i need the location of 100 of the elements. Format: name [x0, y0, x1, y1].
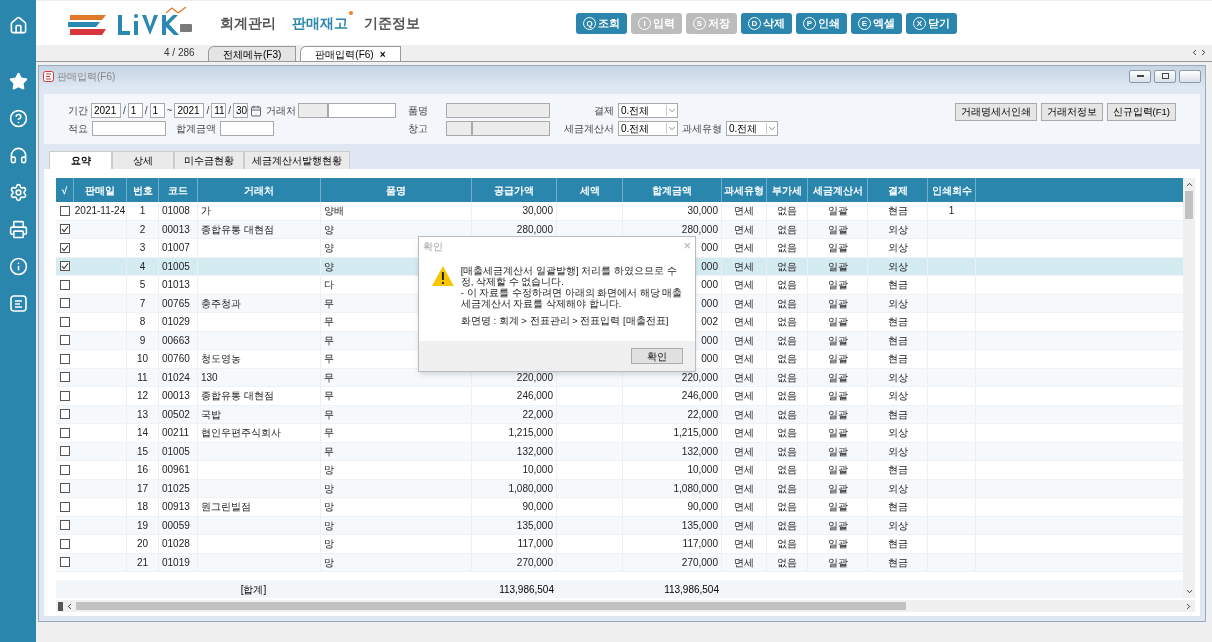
print-count-cell-text: 1: [948, 204, 955, 219]
item-cell-text: 무: [324, 389, 334, 404]
item-cell-text: 망: [324, 463, 334, 478]
amount-cell-text: 220,000: [516, 370, 553, 385]
code-cell-text: 01019: [162, 555, 190, 570]
item-cell-text: 망: [324, 500, 334, 515]
item-cell-text: 망: [324, 481, 334, 496]
number-cell-text: 4: [139, 259, 146, 274]
invoice-cell-text: 일괄: [827, 241, 848, 256]
number-cell-text: 7: [139, 296, 146, 311]
tax-type-cell-text: 면세: [734, 537, 754, 552]
payment-cell-text: 현금: [887, 500, 908, 515]
vat-cell-text: 없음: [777, 333, 797, 348]
number-cell-text: 18: [136, 500, 149, 515]
payment-cell-text: 현금: [887, 352, 908, 367]
payment-cell-text: 외상: [887, 444, 908, 459]
field-label: /: [228, 104, 231, 118]
invoice-cell-text: 일괄: [827, 259, 848, 274]
client-cell-text: 국밥: [201, 407, 221, 422]
invoice-cell-text: 일괄: [827, 407, 848, 422]
tax-type-cell-text: 면세: [734, 444, 754, 459]
invoice-cell-text: 일괄: [827, 463, 848, 478]
number-cell-text: 16: [136, 463, 149, 478]
vat-cell-text: 없음: [777, 278, 797, 293]
amount-cell-text: 002: [701, 315, 718, 330]
amount-cell-text: 30,000: [522, 204, 553, 219]
code-cell-text: 01005: [162, 259, 190, 274]
invoice-cell-text: 일괄: [827, 333, 848, 348]
tax-type-cell-text: 면세: [734, 315, 754, 330]
amount-cell-text: 1,080,000: [508, 481, 553, 496]
field-label: /: [123, 104, 126, 118]
invoice-cell-text: 일괄: [827, 555, 848, 570]
item-cell-text: 무: [324, 426, 334, 441]
code-cell-text: 00765: [162, 296, 190, 311]
field-label: 합계금액: [176, 122, 216, 136]
vat-cell-text: 없음: [777, 352, 797, 367]
item-cell-text: 무: [324, 444, 334, 459]
tax-type-cell-text: 면세: [734, 463, 754, 478]
tax-type-cell-text: 면세: [734, 278, 754, 293]
vat-cell-text: 없음: [777, 500, 797, 515]
vat-cell-text: 없음: [777, 315, 797, 330]
amount-cell-text: 000: [701, 333, 718, 348]
number-cell-text: 1: [139, 204, 146, 219]
amount-cell-text: 246,000: [516, 389, 553, 404]
field-label: 기간: [68, 104, 88, 118]
field-label: ~: [166, 104, 173, 118]
code-cell-text: 00961: [162, 463, 190, 478]
item-cell-text: 무: [324, 352, 334, 367]
amount-cell-text: 22,000: [522, 407, 553, 422]
payment-cell-text: 외상: [887, 370, 908, 385]
tax-type-cell-text: 면세: [734, 222, 754, 237]
invoice-cell-text: 일괄: [827, 315, 848, 330]
window-title: 판매입력(F6): [57, 69, 116, 84]
amount-cell-text: 246,000: [681, 389, 718, 404]
item-cell-text: 양: [324, 241, 334, 256]
code-cell-text: 00502: [162, 407, 190, 422]
vat-cell-text: 없음: [777, 241, 797, 256]
tax-type-cell-text: 면세: [734, 555, 754, 570]
number-cell-text: 8: [139, 315, 146, 330]
number-cell-text: 14: [136, 426, 149, 441]
item-cell-text: 양: [324, 259, 334, 274]
vat-cell-text: 없음: [777, 518, 797, 533]
vat-cell-text: 없음: [777, 389, 797, 404]
payment-cell-text: 현금: [887, 204, 908, 219]
number-cell-text: 3: [139, 241, 146, 256]
item-cell-text: 양: [324, 222, 334, 237]
payment-cell-text: 현금: [887, 278, 908, 293]
client-cell-text: 충주청과: [201, 296, 241, 311]
tax-type-cell-text: 면세: [734, 407, 754, 422]
tax-type-cell-text: 면세: [734, 481, 754, 496]
amount-cell-text: 10,000: [522, 463, 553, 478]
item-cell-text: 다: [324, 278, 334, 293]
vat-cell-text: 없음: [777, 370, 797, 385]
payment-cell-text: 현금: [887, 555, 908, 570]
number-cell-text: 12: [136, 389, 149, 404]
invoice-cell-text: 일괄: [827, 222, 848, 237]
date-cell-text: 2021-11-24: [74, 204, 126, 219]
amount-cell-text: 30,000: [687, 204, 718, 219]
code-cell-text: 00211: [162, 426, 190, 441]
client-cell-text: 청도영농: [201, 352, 241, 367]
tax-type-cell-text: 면세: [734, 518, 754, 533]
number-cell-text: 17: [136, 481, 149, 496]
code-cell-text: 00913: [162, 500, 190, 515]
field-label: 결제: [593, 104, 614, 118]
summary-label: [합계]: [240, 582, 267, 597]
client-cell-text: 협인우편주식회사: [201, 426, 281, 441]
item-cell-text: 무: [324, 315, 334, 330]
tax-type-cell-text: 면세: [734, 389, 754, 404]
amount-cell-text: 000: [701, 296, 718, 311]
invoice-cell-text: 일괄: [827, 296, 848, 311]
client-cell-text: 종합유통 대현점: [201, 389, 274, 404]
vat-cell-text: 없음: [777, 444, 797, 459]
payment-cell-text: 현금: [887, 463, 908, 478]
item-cell-text: 양배: [324, 204, 344, 219]
number-cell-text: 20: [136, 537, 149, 552]
payment-cell-text: 외상: [887, 389, 908, 404]
field-label: 거래처: [265, 104, 296, 118]
field-label: 과세유형: [681, 122, 722, 136]
tax-type-cell-text: 면세: [734, 426, 754, 441]
payment-cell-text: 현금: [887, 537, 908, 552]
